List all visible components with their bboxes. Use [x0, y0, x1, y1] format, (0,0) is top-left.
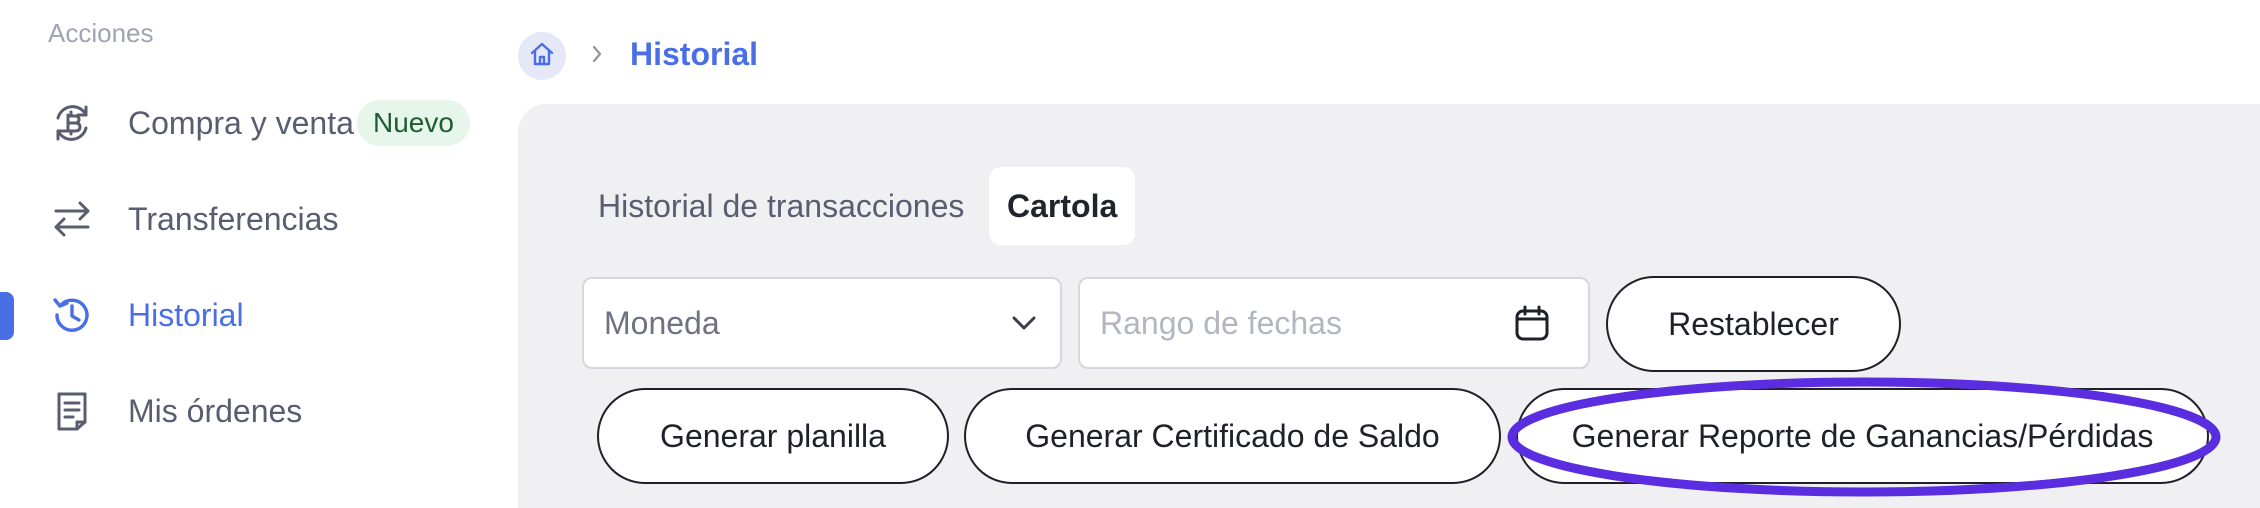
chevron-down-icon [1004, 303, 1044, 343]
calendar-icon[interactable] [1512, 303, 1552, 343]
sidebar-item-transferencias[interactable]: Transferencias [0, 184, 517, 254]
page: Acciones Compra y venta Nuevo Transferen… [0, 0, 2260, 508]
breadcrumb-current: Historial [630, 36, 759, 72]
generate-certificate-button[interactable]: Generar Certificado de Saldo [964, 388, 1501, 484]
sidebar-section-title: Acciones [48, 18, 154, 48]
document-icon [50, 389, 94, 433]
history-icon [50, 293, 94, 337]
tab-cartola[interactable]: Cartola [989, 167, 1136, 245]
home-icon [529, 41, 555, 72]
sidebar-item-label: Compra y venta [128, 104, 354, 141]
tab-historial-de-transacciones[interactable]: Historial de transacciones [598, 167, 964, 245]
sidebar-item-label: Mis órdenes [128, 392, 303, 429]
chevron-right-icon [585, 36, 609, 72]
sidebar-item-label: Historial [128, 296, 244, 333]
bitcoin-exchange-icon [50, 101, 94, 145]
sidebar-item-compra-y-venta[interactable]: Compra y venta Nuevo [0, 88, 517, 158]
generate-planilla-button[interactable]: Generar planilla [597, 388, 949, 484]
sidebar-item-historial[interactable]: Historial [0, 280, 517, 350]
date-range-input[interactable]: Rango de fechas [1078, 277, 1590, 369]
currency-select-value: Moneda [604, 305, 720, 341]
home-button[interactable] [518, 32, 566, 80]
currency-select[interactable]: Moneda [582, 277, 1062, 369]
sidebar: Acciones Compra y venta Nuevo Transferen… [0, 0, 517, 508]
sidebar-item-label: Transferencias [128, 200, 339, 237]
generate-report-button[interactable]: Generar Reporte de Ganancias/Pérdidas [1516, 388, 2209, 484]
date-range-placeholder: Rango de fechas [1100, 305, 1342, 341]
new-badge: Nuevo [357, 100, 470, 146]
transfer-arrows-icon [50, 197, 94, 241]
reset-button[interactable]: Restablecer [1606, 276, 1901, 372]
sidebar-item-mis-ordenes[interactable]: Mis órdenes [0, 376, 517, 446]
